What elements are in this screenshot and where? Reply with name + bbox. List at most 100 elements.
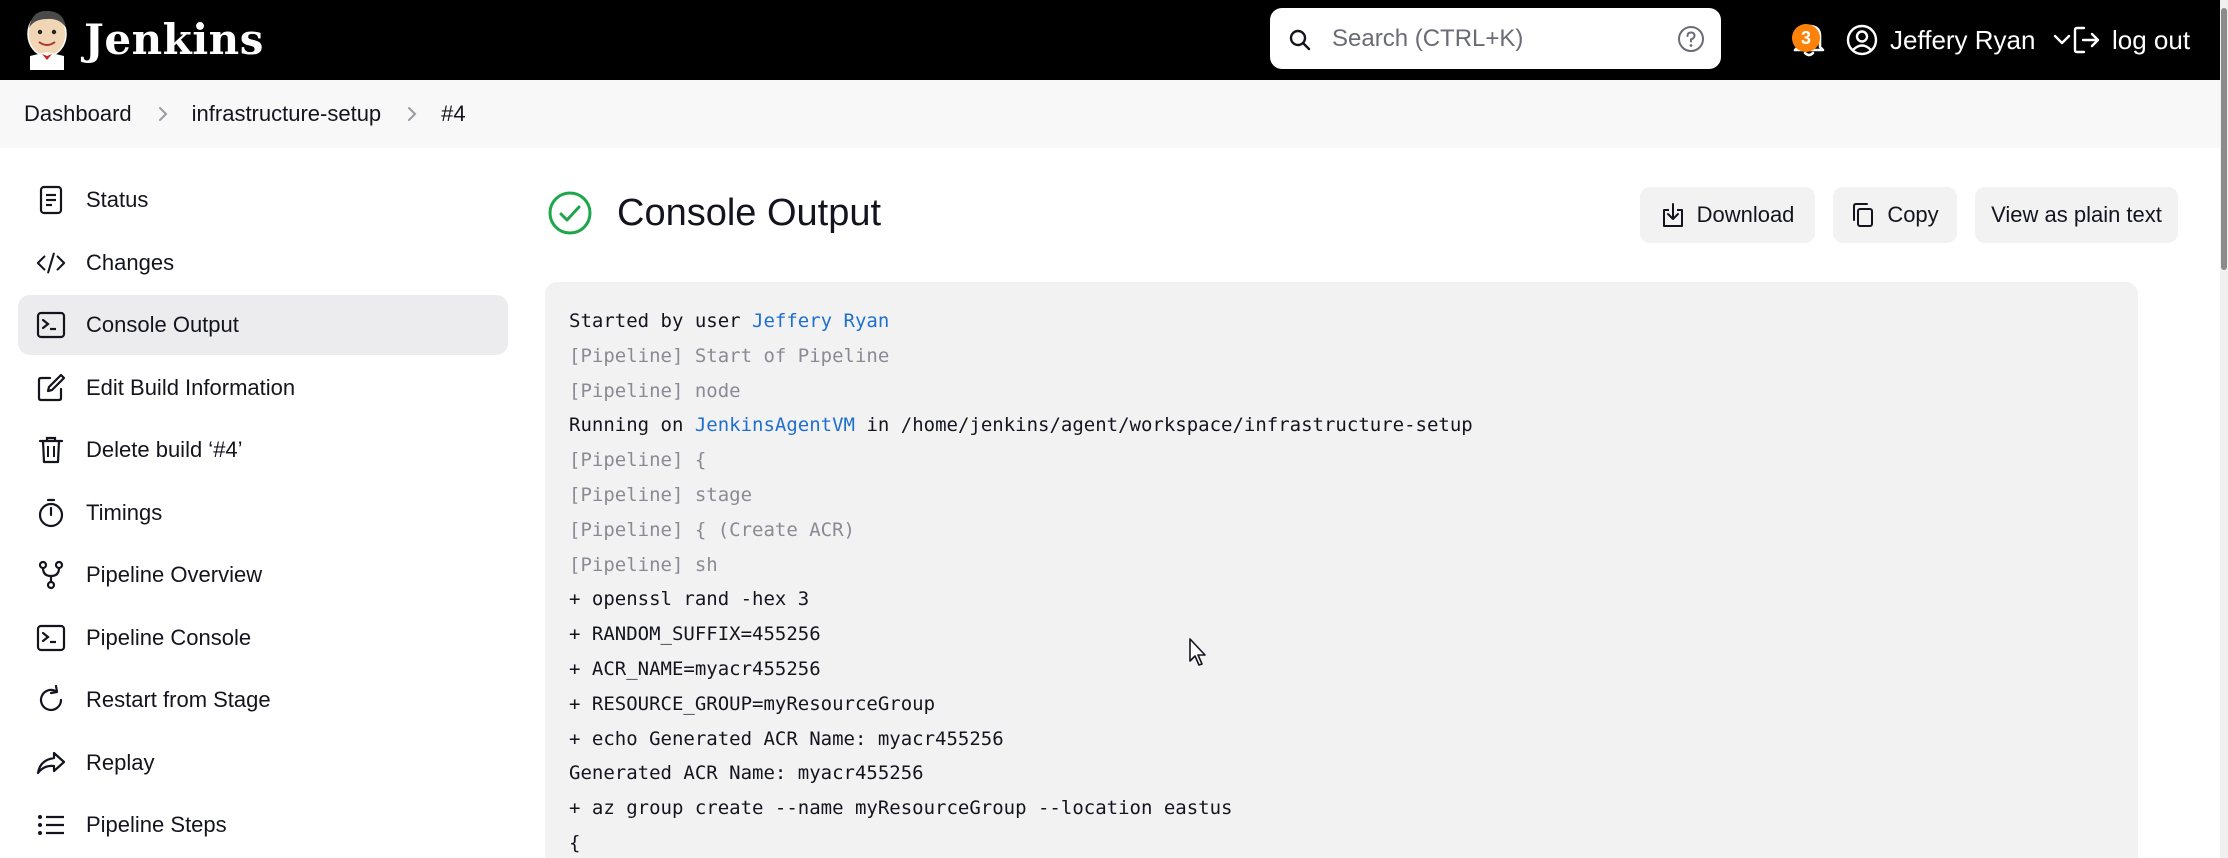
console-line-text: + RANDOM_SUFFIX=455256 — [569, 623, 821, 646]
console-line: + openssl rand -hex 3 — [569, 582, 2114, 617]
view-plain-text-label: View as plain text — [1991, 202, 2162, 227]
logo-text: Jenkins — [84, 14, 264, 64]
terminal-icon — [36, 310, 66, 340]
console-line: + echo Generated ACR Name: myacr455256 — [569, 722, 2114, 757]
console-link[interactable]: Jeffery Ryan — [752, 310, 889, 332]
top-header: Jenkins 3 Jeffery Ryan — [0, 0, 2228, 80]
edit-icon — [36, 373, 66, 403]
console-line: [Pipeline] { — [569, 443, 2114, 478]
console-line-text: + RESOURCE_GROUP=myResourceGroup — [569, 692, 936, 715]
console-line: + ACR_NAME=myacr455256 — [569, 652, 2114, 687]
console-line-text: + echo Generated ACR Name: myacr455256 — [569, 727, 1004, 750]
document-icon — [36, 185, 66, 215]
mouse-cursor-icon — [1189, 638, 1206, 666]
breadcrumb-build[interactable]: #4 — [441, 101, 465, 127]
sidebar-item-label: Pipeline Steps — [86, 812, 227, 837]
sidebar-item-label: Restart from Stage — [86, 687, 271, 712]
page-header: Console Output — [547, 190, 881, 236]
replay-icon — [36, 748, 66, 778]
console-line-text: Started by user — [569, 310, 753, 332]
breadcrumb-dashboard[interactable]: Dashboard — [24, 101, 132, 127]
logout-icon — [2073, 26, 2100, 54]
console-output: Started by user Jeffery Ryan [Pipeline] S… — [545, 282, 2138, 858]
sidebar-item-label: Changes — [86, 249, 175, 275]
code-icon — [36, 248, 66, 278]
sidebar-item-pipeline-steps[interactable]: Pipeline Steps — [18, 795, 508, 855]
sidebar-item-restart-from-stage[interactable]: Restart from Stage — [18, 670, 508, 730]
console-line: Generated ACR Name: myacr455256 — [569, 756, 2114, 791]
search-box[interactable] — [1270, 8, 1721, 69]
sidebar-item-console-output[interactable]: Console Output — [18, 295, 508, 355]
list-icon — [36, 810, 66, 840]
console-line-text: [Pipeline] Start of Pipeline — [569, 344, 890, 367]
console-line: Running on JenkinsAgentVM in /home/jenki… — [569, 408, 2114, 443]
chevron-down-icon — [2054, 34, 2071, 45]
trash-icon — [36, 435, 66, 465]
console-line-text: in /home/jenkins/agent/workspace/infrast… — [855, 414, 1473, 437]
sidebar-item-label: Pipeline Console — [86, 624, 252, 650]
console-line: Started by user Jeffery Ryan — [569, 304, 2114, 339]
scrollbar-thumb[interactable] — [2221, 8, 2227, 270]
console-line: [Pipeline] Start of Pipeline — [569, 339, 2114, 374]
download-icon — [1662, 203, 1683, 227]
restart-icon — [36, 685, 66, 715]
user-avatar-icon — [1846, 24, 1878, 56]
console-line: [Pipeline] stage — [569, 478, 2114, 513]
jenkins-logo[interactable]: Jenkins — [24, 8, 264, 70]
console-line: [Pipeline] { (Create ACR) — [569, 513, 2114, 548]
download-label: Download — [1696, 202, 1795, 227]
view-plain-text-button[interactable]: View as plain text — [1975, 187, 2178, 243]
console-link[interactable]: JenkinsAgentVM — [695, 414, 855, 436]
breadcrumb-job[interactable]: infrastructure-setup — [192, 101, 382, 127]
copy-button[interactable]: Copy — [1833, 187, 1957, 243]
console-line: + RANDOM_SUFFIX=455256 — [569, 617, 2114, 652]
page-title: Console Output — [617, 191, 882, 234]
console-line-text: [Pipeline] node — [569, 379, 741, 402]
sidebar-item-label: Console Output — [86, 312, 239, 337]
sidebar-item-pipeline-overview[interactable]: Pipeline Overview — [18, 545, 508, 605]
console-line: [Pipeline] sh — [569, 548, 2114, 583]
console-line-text: [Pipeline] stage — [569, 483, 753, 506]
download-button[interactable]: Download — [1640, 187, 1815, 243]
chevron-right-icon — [407, 106, 417, 122]
console-line-text: Generated ACR Name: myacr455256 — [569, 762, 924, 785]
user-name: Jeffery Ryan — [1890, 24, 2036, 55]
copy-icon — [1853, 203, 1874, 227]
sidebar-item-timings[interactable]: Timings — [18, 483, 508, 543]
notification-badge: 3 — [1792, 24, 1820, 52]
console-line: + RESOURCE_GROUP=myResourceGroup — [569, 687, 2114, 722]
console-line-text: [Pipeline] { (Create ACR) — [569, 518, 855, 541]
branch-icon — [36, 560, 66, 590]
chevron-right-icon — [158, 106, 168, 122]
sidebar-item-replay[interactable]: Replay — [18, 733, 508, 793]
logout-button[interactable]: log out — [2072, 20, 2190, 60]
success-check-icon — [548, 191, 592, 235]
console-line-text: + ACR_NAME=myacr455256 — [569, 657, 821, 680]
console-line: { — [569, 826, 2114, 858]
sidebar-item-label: Delete build ‘#4’ — [86, 437, 243, 462]
console-line-text: { — [569, 831, 581, 854]
terminal-icon — [36, 623, 66, 653]
sidebar-item-changes[interactable]: Changes — [18, 233, 508, 293]
sidebar-item-edit-build-information[interactable]: Edit Build Information — [18, 358, 508, 418]
console-line-text: [Pipeline] sh — [569, 553, 718, 576]
sidebar: Status Changes Console Output Edit Build… — [18, 170, 508, 858]
sidebar-item-status[interactable]: Status — [18, 170, 508, 230]
sidebar-item-label: Edit Build Information — [86, 374, 296, 400]
search-input[interactable] — [1332, 20, 1662, 58]
search-icon — [1289, 29, 1311, 51]
user-menu[interactable]: Jeffery Ryan — [1846, 20, 2071, 60]
console-line: [Pipeline] node — [569, 374, 2114, 409]
sidebar-item-delete-build[interactable]: Delete build ‘#4’ — [18, 420, 508, 480]
help-icon[interactable] — [1677, 25, 1705, 53]
console-line-text: + az group create --name myResourceGroup… — [569, 797, 1233, 820]
copy-label: Copy — [1887, 202, 1939, 227]
console-line: + az group create --name myResourceGroup… — [569, 791, 2114, 826]
jenkins-butler-icon — [27, 10, 67, 70]
console-line-text: Running on — [569, 414, 695, 437]
sidebar-item-pipeline-console[interactable]: Pipeline Console — [18, 608, 508, 668]
breadcrumb: Dashboard infrastructure-setup #4 — [0, 80, 2220, 148]
sidebar-item-label: Replay — [86, 749, 155, 775]
logout-label: log out — [2112, 24, 2191, 55]
sidebar-item-label: Timings — [86, 499, 163, 525]
